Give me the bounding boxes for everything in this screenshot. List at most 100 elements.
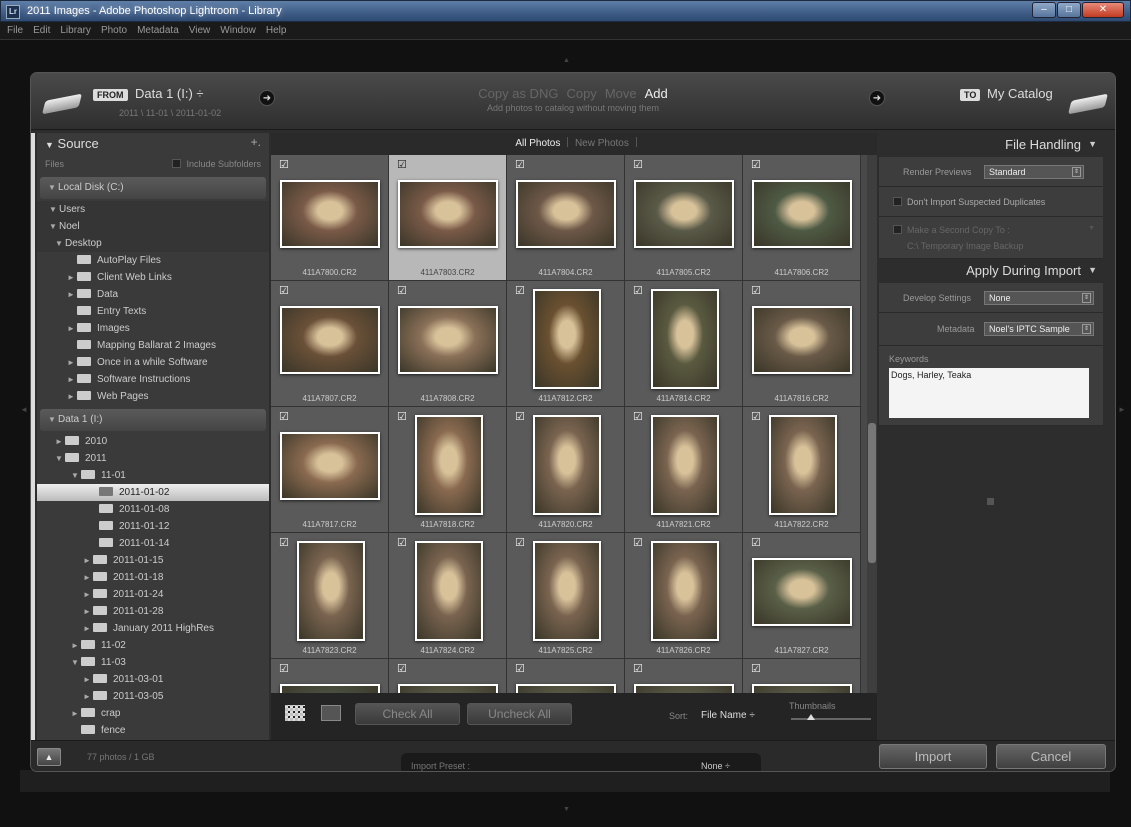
import-button[interactable]: Import bbox=[879, 744, 987, 769]
disclosure-triangle-icon[interactable]: ▼ bbox=[47, 218, 59, 235]
photo-checkbox[interactable]: ☑ bbox=[751, 158, 761, 171]
photo-thumbnail[interactable] bbox=[752, 306, 852, 374]
folder-item[interactable]: ▼ 11-01 bbox=[37, 467, 269, 484]
photo-checkbox[interactable]: ☑ bbox=[633, 158, 643, 171]
grid-scroll-thumb[interactable] bbox=[868, 423, 876, 563]
photo-cell[interactable]: ☑ bbox=[625, 659, 743, 693]
file-handling-header[interactable]: File Handling ▼ bbox=[879, 133, 1103, 157]
second-copy-dropdown-icon[interactable]: ▼ bbox=[1088, 225, 1095, 232]
photo-thumbnail[interactable] bbox=[280, 432, 380, 500]
folder-item[interactable]: 2011-01-14 bbox=[37, 535, 269, 552]
mode-copy-as-dng[interactable]: Copy as DNG bbox=[478, 86, 558, 101]
photo-cell[interactable]: ☑ bbox=[389, 659, 507, 693]
photo-thumbnail[interactable] bbox=[415, 541, 483, 641]
mode-move[interactable]: Move bbox=[605, 86, 637, 101]
disclosure-triangle-icon[interactable]: ► bbox=[81, 586, 93, 603]
photo-checkbox[interactable]: ☑ bbox=[633, 662, 643, 675]
folder-item[interactable]: ► crap bbox=[37, 705, 269, 722]
minimize-button[interactable]: – bbox=[1032, 2, 1056, 18]
local-disk-drive[interactable]: ▼ Local Disk (C:) bbox=[40, 177, 266, 199]
folder-item[interactable]: ► Data bbox=[37, 286, 269, 303]
menu-view[interactable]: View bbox=[184, 22, 216, 39]
photo-checkbox[interactable]: ☑ bbox=[633, 284, 643, 297]
photo-cell[interactable]: ☑ 411A7826.CR2 bbox=[625, 533, 743, 659]
folder-item[interactable]: ► Images bbox=[37, 320, 269, 337]
disclosure-triangle-icon[interactable]: ► bbox=[81, 688, 93, 705]
folder-item[interactable]: ► January 2011 HighRes bbox=[37, 620, 269, 637]
uncheck-all-button[interactable]: Uncheck All bbox=[467, 703, 572, 725]
photo-thumbnail[interactable] bbox=[533, 415, 601, 515]
thumbnail-slider-knob[interactable] bbox=[807, 714, 815, 720]
folder-item[interactable]: ► Client Web Links bbox=[37, 269, 269, 286]
develop-settings-select[interactable]: None ⇕ bbox=[984, 291, 1094, 305]
photo-thumbnail[interactable] bbox=[634, 684, 734, 693]
photo-thumbnail[interactable] bbox=[752, 180, 852, 248]
photo-checkbox[interactable]: ☑ bbox=[751, 536, 761, 549]
photo-thumbnail[interactable] bbox=[516, 684, 616, 693]
photo-thumbnail[interactable] bbox=[280, 180, 380, 248]
photo-checkbox[interactable]: ☑ bbox=[515, 284, 525, 297]
menu-library[interactable]: Library bbox=[55, 22, 96, 39]
photo-checkbox[interactable]: ☑ bbox=[279, 284, 289, 297]
photo-cell[interactable]: ☑ 411A7823.CR2 bbox=[271, 533, 389, 659]
folder-item[interactable]: fence bbox=[37, 722, 269, 739]
destination-arrow-icon[interactable]: ➜ bbox=[869, 90, 885, 106]
disclosure-triangle-icon[interactable]: ► bbox=[81, 620, 93, 637]
photo-thumbnail[interactable] bbox=[297, 541, 365, 641]
bottom-panel-toggle-icon[interactable]: ▼ bbox=[563, 806, 570, 813]
photo-checkbox[interactable]: ☑ bbox=[397, 662, 407, 675]
menu-metadata[interactable]: Metadata bbox=[132, 22, 184, 39]
photo-checkbox[interactable]: ☑ bbox=[515, 536, 525, 549]
grid-view-icon[interactable] bbox=[285, 705, 305, 721]
photo-checkbox[interactable]: ☑ bbox=[751, 410, 761, 423]
disclosure-triangle-icon[interactable]: ► bbox=[65, 269, 77, 286]
render-previews-select[interactable]: Standard ⇕ bbox=[984, 165, 1084, 179]
photo-thumbnail[interactable] bbox=[398, 306, 498, 374]
mode-copy[interactable]: Copy bbox=[566, 86, 596, 101]
disclosure-triangle-icon[interactable]: ► bbox=[69, 637, 81, 654]
loupe-view-icon[interactable] bbox=[321, 705, 341, 721]
photo-thumbnail[interactable] bbox=[651, 289, 719, 389]
disclosure-triangle-icon[interactable]: ► bbox=[81, 671, 93, 688]
check-all-button[interactable]: Check All bbox=[355, 703, 460, 725]
folder-item[interactable]: ▼ Desktop bbox=[37, 235, 269, 252]
photo-cell[interactable]: ☑ 411A7821.CR2 bbox=[625, 407, 743, 533]
folder-item[interactable]: ▼ Noel bbox=[37, 218, 269, 235]
mode-add[interactable]: Add bbox=[645, 86, 668, 101]
photo-cell[interactable]: ☑ 411A7804.CR2 bbox=[507, 155, 625, 281]
menu-help[interactable]: Help bbox=[261, 22, 292, 39]
photo-cell[interactable]: ☑ 411A7814.CR2 bbox=[625, 281, 743, 407]
folder-item[interactable]: ► Once in a while Software bbox=[37, 354, 269, 371]
disclosure-triangle-icon[interactable]: ▼ bbox=[69, 467, 81, 484]
photo-cell[interactable]: ☑ bbox=[507, 659, 625, 693]
disclosure-triangle-icon[interactable]: ► bbox=[65, 354, 77, 371]
photo-checkbox[interactable]: ☑ bbox=[515, 662, 525, 675]
disclosure-triangle-icon[interactable]: ► bbox=[81, 603, 93, 620]
photo-cell[interactable]: ☑ 411A7820.CR2 bbox=[507, 407, 625, 533]
photo-cell[interactable]: ☑ 411A7805.CR2 bbox=[625, 155, 743, 281]
data-disk-drive[interactable]: ▼ Data 1 (I:) bbox=[40, 409, 266, 431]
photo-thumbnail[interactable] bbox=[398, 180, 498, 248]
photo-thumbnail[interactable] bbox=[516, 180, 616, 248]
photo-thumbnail[interactable] bbox=[398, 684, 498, 693]
folder-item[interactable]: ► 2011-03-01 bbox=[37, 671, 269, 688]
close-button[interactable]: ✕ bbox=[1082, 2, 1124, 18]
add-source-icon[interactable]: +. bbox=[251, 135, 261, 149]
disclosure-triangle-icon[interactable]: ► bbox=[65, 286, 77, 303]
photo-cell[interactable]: ☑ 411A7806.CR2 bbox=[743, 155, 861, 281]
folder-item[interactable]: ► 2011-01-18 bbox=[37, 569, 269, 586]
maximize-button[interactable]: □ bbox=[1057, 2, 1081, 18]
tab-all-photos[interactable]: All Photos bbox=[515, 138, 560, 149]
destination-selector[interactable]: My Catalog bbox=[987, 86, 1053, 101]
photo-cell[interactable]: ☑ 411A7822.CR2 bbox=[743, 407, 861, 533]
folder-item[interactable]: Mapping Ballarat 2 Images bbox=[37, 337, 269, 354]
import-preset-selector[interactable]: None ÷ bbox=[701, 761, 730, 771]
folder-item[interactable]: Entry Texts bbox=[37, 303, 269, 320]
include-subfolders-checkbox[interactable] bbox=[172, 159, 182, 168]
photo-cell[interactable]: ☑ 411A7816.CR2 bbox=[743, 281, 861, 407]
photo-checkbox[interactable]: ☑ bbox=[515, 410, 525, 423]
cancel-button[interactable]: Cancel bbox=[996, 744, 1106, 769]
left-panel-toggle-icon[interactable]: ◄ bbox=[20, 405, 28, 414]
photo-cell[interactable]: ☑ 411A7803.CR2 bbox=[389, 155, 507, 281]
second-copy-checkbox[interactable] bbox=[893, 225, 902, 234]
